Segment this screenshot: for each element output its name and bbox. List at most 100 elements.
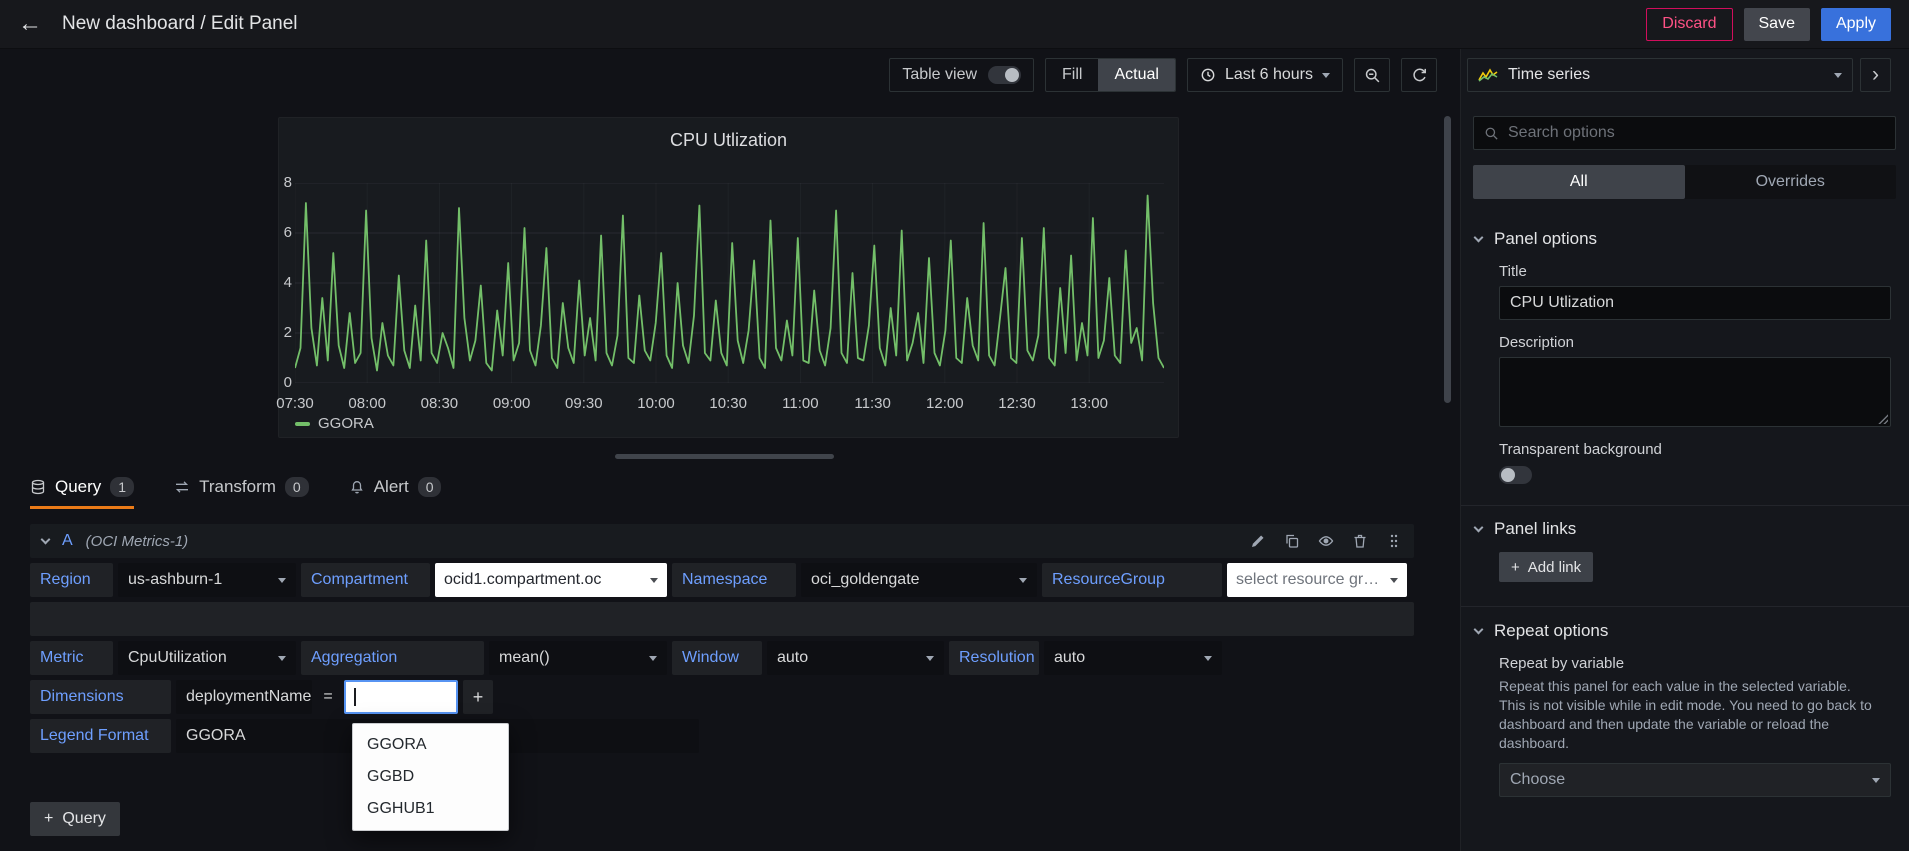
time-range-label: Last 6 hours: [1224, 66, 1313, 83]
tab-query[interactable]: Query 1: [30, 477, 135, 509]
table-view-toggle[interactable]: [988, 66, 1022, 84]
clock-icon: [1200, 67, 1216, 83]
collapse-options-button[interactable]: ›: [1860, 58, 1891, 92]
compartment-input[interactable]: ocid1.compartment.oc: [435, 563, 667, 597]
chevron-down-icon[interactable]: [40, 534, 51, 545]
resolution-select[interactable]: auto: [1044, 641, 1222, 675]
panel-description-textarea[interactable]: [1499, 357, 1891, 427]
actual-option[interactable]: Actual: [1098, 59, 1175, 91]
window-label: Window: [672, 641, 762, 675]
hide-query-icon[interactable]: [1318, 533, 1334, 549]
tab-transform[interactable]: Transform 0: [174, 477, 309, 509]
repeat-options-header[interactable]: Repeat options: [1461, 621, 1909, 641]
panel-options-header-label: Panel options: [1494, 229, 1598, 248]
grafana-edit-panel: { "topbar": { "back_icon": "←", "title":…: [0, 0, 1909, 851]
edit-query-icon[interactable]: [1250, 533, 1266, 549]
query-row-header[interactable]: A (OCI Metrics-1): [30, 524, 1414, 558]
window-select[interactable]: auto: [767, 641, 944, 675]
add-link-label: Add link: [1527, 558, 1582, 576]
dimension-option-ggbd[interactable]: GGBD: [353, 761, 508, 793]
tab-alert-label: Alert: [373, 477, 409, 496]
zoom-out-button[interactable]: [1354, 58, 1390, 92]
plus-icon: +: [1511, 558, 1520, 576]
refresh-button[interactable]: [1401, 58, 1437, 92]
options-filter-tabs: All Overrides: [1473, 165, 1896, 199]
repeat-help-text: Repeat this panel for each value in the …: [1499, 678, 1872, 751]
window-value: auto: [777, 649, 809, 666]
dimension-option-gghub1[interactable]: GGHUB1: [353, 793, 508, 825]
title-field-label: Title: [1499, 263, 1527, 280]
section-divider: [1461, 505, 1909, 506]
repeat-variable-placeholder: Choose: [1510, 771, 1566, 788]
y-tick-label: 6: [283, 224, 292, 241]
region-select[interactable]: us-ashburn-1: [118, 563, 296, 597]
query-row-metric: Metric CpuUtilization Aggregation mean()…: [30, 641, 1414, 675]
dimension-option-ggora[interactable]: GGORA: [353, 729, 508, 761]
x-tick-label: 10:00: [637, 395, 675, 412]
compartment-label: Compartment: [301, 563, 430, 597]
topbar: ← New dashboard / Edit Panel Discard Sav…: [0, 0, 1909, 49]
transparent-background-toggle[interactable]: [1499, 466, 1532, 484]
aggregation-select[interactable]: mean(): [489, 641, 667, 675]
chart-legend[interactable]: GGORA: [295, 415, 374, 432]
database-icon: [30, 479, 46, 495]
panel-options-header[interactable]: Panel options: [1461, 229, 1909, 249]
dimensions-label: Dimensions: [30, 680, 171, 714]
query-row-empty: [30, 602, 1414, 636]
visualization-picker[interactable]: Time series: [1467, 58, 1853, 92]
chevron-down-icon: [1473, 624, 1484, 635]
tab-all[interactable]: All: [1473, 165, 1685, 199]
delete-query-icon[interactable]: [1352, 533, 1368, 549]
tab-query-badge: 1: [110, 477, 135, 497]
panel-resize-handle[interactable]: [615, 454, 834, 459]
x-tick-label: 12:00: [926, 395, 964, 412]
dimension-value-input[interactable]: [344, 680, 458, 714]
vertical-scrollbar[interactable]: [1444, 116, 1451, 403]
back-arrow-icon[interactable]: ←: [18, 12, 42, 36]
save-button[interactable]: Save: [1743, 7, 1810, 41]
options-search-input[interactable]: [1508, 124, 1885, 142]
metric-select[interactable]: CpuUtilization: [118, 641, 296, 675]
tab-alert[interactable]: Alert 0: [349, 477, 442, 509]
tab-overrides[interactable]: Overrides: [1685, 165, 1897, 199]
chevron-down-icon: [1872, 777, 1880, 783]
chart-svg: [295, 183, 1164, 383]
chevron-down-icon: [1473, 522, 1484, 533]
query-row-location: Region us-ashburn-1 Compartment ocid1.co…: [30, 563, 1414, 597]
chevron-down-icon: [278, 655, 286, 661]
query-datasource-label: (OCI Metrics-1): [85, 532, 189, 550]
tab-transform-label: Transform: [199, 477, 276, 496]
y-tick-label: 2: [283, 324, 292, 341]
table-view-label: Table view: [902, 66, 978, 83]
panel-title-input[interactable]: [1499, 286, 1891, 320]
discard-button[interactable]: Discard: [1646, 7, 1733, 41]
time-range-picker[interactable]: Last 6 hours: [1186, 58, 1343, 92]
options-search[interactable]: [1473, 116, 1896, 150]
chart-plot[interactable]: [295, 183, 1164, 383]
chevron-down-icon: [1019, 577, 1027, 583]
drag-handle-icon[interactable]: [1386, 533, 1402, 549]
editor-tabs: Query 1 Transform 0 Alert 0: [30, 477, 442, 509]
panel-links-header[interactable]: Panel links: [1461, 519, 1909, 539]
transparent-background-label: Transparent background: [1499, 441, 1662, 458]
fill-option[interactable]: Fill: [1046, 59, 1098, 91]
chevron-down-icon: [1834, 72, 1842, 78]
resourcegroup-input[interactable]: select resource group: [1227, 563, 1407, 597]
add-link-button[interactable]: + Add link: [1499, 552, 1594, 582]
add-dimension-button[interactable]: +: [463, 680, 493, 714]
x-tick-label: 13:00: [1070, 395, 1108, 412]
resolution-value: auto: [1054, 649, 1086, 666]
plus-icon: +: [44, 810, 54, 827]
legend-series-label: GGORA: [318, 415, 374, 432]
dimension-key-field[interactable]: deploymentName: [176, 680, 312, 714]
chevron-down-icon: [1390, 577, 1398, 583]
apply-button[interactable]: Apply: [1820, 7, 1891, 41]
y-tick-label: 0: [283, 374, 292, 391]
legend-swatch: [295, 421, 310, 426]
chevron-down-icon: [1322, 72, 1330, 78]
namespace-select[interactable]: oci_goldengate: [801, 563, 1037, 597]
x-tick-label: 08:30: [420, 395, 459, 412]
repeat-variable-select[interactable]: Choose: [1499, 763, 1891, 797]
duplicate-query-icon[interactable]: [1284, 533, 1300, 549]
add-query-button[interactable]: + Query: [30, 802, 120, 836]
